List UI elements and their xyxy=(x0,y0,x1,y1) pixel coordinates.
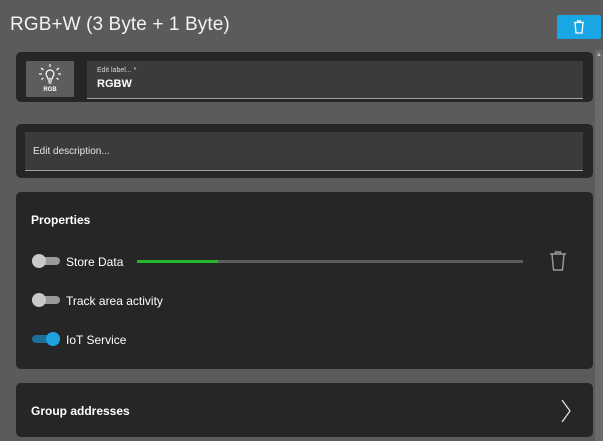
properties-card: Properties Store Data Track area activit… xyxy=(16,192,593,369)
store-data-toggle[interactable] xyxy=(32,254,62,268)
progress-fill xyxy=(137,260,219,263)
delete-button[interactable] xyxy=(557,15,601,39)
icon-picker-button[interactable]: RGB xyxy=(26,61,74,97)
store-data-progress xyxy=(137,260,523,263)
trash-icon[interactable] xyxy=(548,250,568,272)
identity-card: RGB Edit label... * RGBW xyxy=(16,52,593,102)
page-title: RGB+W (3 Byte + 1 Byte) xyxy=(10,14,230,35)
scroll-up-arrow[interactable]: ▲ xyxy=(596,52,602,58)
description-card: Edit description... xyxy=(16,124,593,178)
track-area-activity-toggle[interactable] xyxy=(32,293,62,307)
trash-icon xyxy=(574,20,584,34)
label-field-label: Edit label... * xyxy=(97,67,137,74)
toggle-knob xyxy=(32,254,46,268)
properties-title: Properties xyxy=(31,213,91,227)
label-field-value[interactable]: RGBW xyxy=(97,78,132,90)
icon-caption: RGB xyxy=(43,87,57,93)
label-field[interactable]: Edit label... * RGBW xyxy=(87,61,583,99)
group-addresses-card[interactable]: Group addresses xyxy=(16,383,593,437)
iot-service-label: IoT Service xyxy=(66,333,127,347)
toggle-knob xyxy=(46,332,60,346)
description-field[interactable]: Edit description... xyxy=(25,132,583,171)
track-area-activity-label: Track area activity xyxy=(66,294,163,308)
chevron-right-icon[interactable] xyxy=(560,398,572,424)
header: RGB+W (3 Byte + 1 Byte) xyxy=(0,0,603,48)
toggle-knob xyxy=(32,293,46,307)
scrollbar[interactable] xyxy=(595,50,603,441)
lightbulb-icon xyxy=(39,64,61,84)
iot-service-toggle[interactable] xyxy=(32,332,62,346)
store-data-label: Store Data xyxy=(66,255,124,269)
group-addresses-title: Group addresses xyxy=(31,404,130,418)
description-placeholder: Edit description... xyxy=(33,146,110,157)
